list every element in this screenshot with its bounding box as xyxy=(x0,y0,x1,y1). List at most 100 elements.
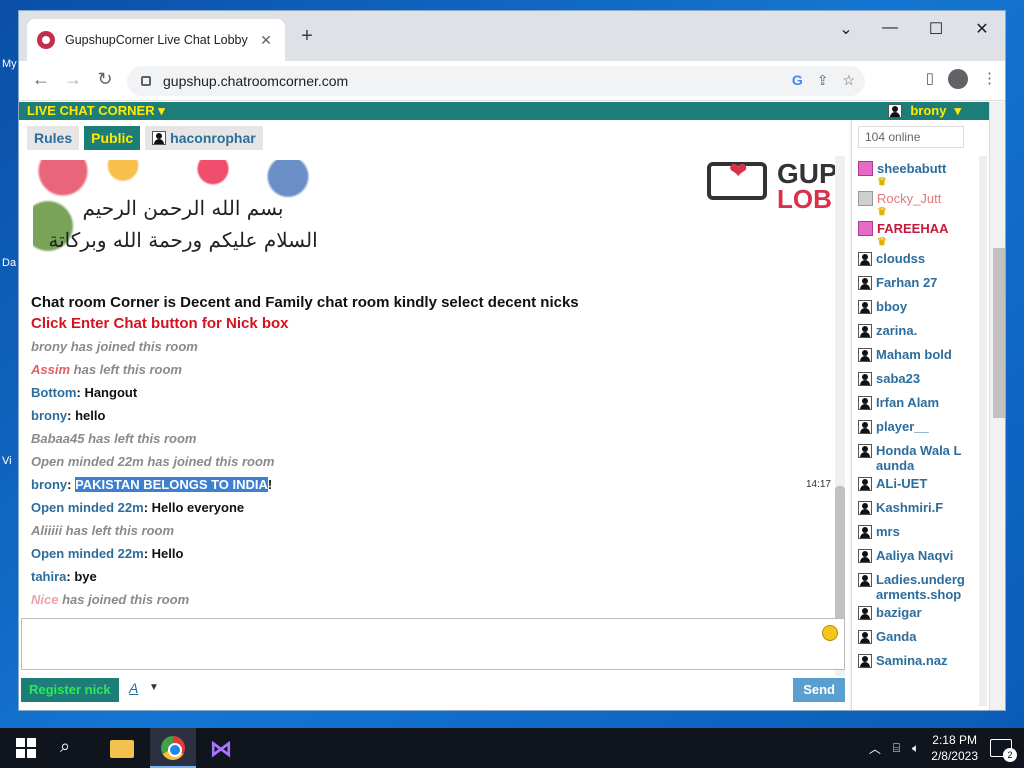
message-input[interactable] xyxy=(21,618,845,670)
user-list-item[interactable]: cloudss xyxy=(858,248,968,272)
user-name[interactable]: zarina. xyxy=(876,323,917,338)
browser-tab[interactable]: GupshupCorner Live Chat Lobby ✕ xyxy=(27,19,285,61)
tab-rules[interactable]: Rules xyxy=(27,126,80,150)
desktop-icon-label[interactable]: My xyxy=(2,58,17,70)
clock[interactable]: 2:18 PM 2/8/2023 xyxy=(931,732,978,764)
message-nick[interactable]: Assim xyxy=(31,362,70,377)
user-name[interactable]: Aaliya Naqvi xyxy=(876,548,953,563)
message-nick[interactable]: tahira xyxy=(31,569,66,584)
user-name[interactable]: FAREEHAA xyxy=(877,221,949,236)
reload-icon[interactable]: ↻ xyxy=(93,69,117,90)
user-name[interactable]: Farhan 27 xyxy=(876,275,937,290)
message-nick[interactable]: brony xyxy=(31,408,67,423)
visual-studio-icon[interactable]: ⋈ xyxy=(210,736,234,761)
user-name[interactable]: cloudss xyxy=(876,251,925,266)
register-nick-button[interactable]: Register nick xyxy=(21,678,119,702)
user-name[interactable]: mrs xyxy=(876,524,900,539)
tab-public[interactable]: Public xyxy=(84,126,141,150)
user-name[interactable]: Honda Wala Launda xyxy=(876,443,961,473)
message-nick[interactable]: Open minded 22m xyxy=(31,546,144,561)
user-list-item[interactable]: FAREEHAA ♛ xyxy=(858,218,968,248)
message-nick[interactable]: Aliiiii xyxy=(31,523,62,538)
user-name[interactable]: saba23 xyxy=(876,371,920,386)
maximize-icon[interactable]: ☐ xyxy=(913,19,959,39)
user-list-item[interactable]: bboy xyxy=(858,296,968,320)
search-icon[interactable]: ⌕ xyxy=(60,736,84,760)
user-list-scrollbar[interactable] xyxy=(979,156,987,706)
user-name[interactable]: player__ xyxy=(876,419,929,434)
user-name[interactable]: Ganda xyxy=(876,629,916,644)
message-nick[interactable]: Open minded 22m xyxy=(31,454,144,469)
message-nick[interactable]: Babaa45 xyxy=(31,431,84,446)
windows-start-icon[interactable] xyxy=(14,736,38,760)
notification-icon[interactable]: 2 xyxy=(990,739,1017,762)
user-name[interactable]: bazigar xyxy=(876,605,922,620)
chrome-icon[interactable] xyxy=(161,736,185,760)
message-nick[interactable]: Nice xyxy=(31,592,58,607)
user-list-item[interactable]: Kashmiri.F xyxy=(858,497,968,521)
omnibox[interactable]: gupshup.chatroomcorner.com G ⇪ ☆ xyxy=(127,66,865,96)
message-nick[interactable]: brony xyxy=(31,477,67,492)
share-icon[interactable]: ⇪ xyxy=(817,72,829,89)
caret-down-icon[interactable]: ▼ xyxy=(149,682,159,693)
user-list-item[interactable]: zarina. xyxy=(858,320,968,344)
new-tab-icon[interactable]: + xyxy=(295,25,319,48)
message-nick[interactable]: Bottom xyxy=(31,385,77,400)
user-list-item[interactable]: Samina.naz xyxy=(858,650,968,674)
desktop-icon-label[interactable]: Vi xyxy=(2,455,12,467)
minimize-icon[interactable]: — xyxy=(867,19,913,37)
desktop-icon-label[interactable]: Da xyxy=(2,257,16,269)
network-icon[interactable]: ⌸ xyxy=(893,741,900,756)
url-text[interactable]: gupshup.chatroomcorner.com xyxy=(163,73,348,89)
volume-icon[interactable]: 🔈︎ xyxy=(912,741,919,756)
google-icon[interactable]: G xyxy=(792,72,803,89)
sidebar-icon[interactable]: ▯ xyxy=(926,69,934,89)
user-list-item[interactable]: saba23 xyxy=(858,368,968,392)
user-list-item[interactable]: Ganda xyxy=(858,626,968,650)
profile-avatar-icon[interactable] xyxy=(948,69,968,89)
user-name[interactable]: bboy xyxy=(876,299,907,314)
message-nick[interactable]: brony xyxy=(31,339,67,354)
page-scrollbar[interactable] xyxy=(989,102,1005,710)
user-list-item[interactable]: Irfan Alam xyxy=(858,392,968,416)
back-icon[interactable]: ← xyxy=(29,69,53,90)
chevron-up-icon[interactable]: ︿ xyxy=(869,740,881,757)
user-name[interactable]: Irfan Alam xyxy=(876,395,939,410)
user-list-item[interactable]: ALi-UET xyxy=(858,473,968,497)
user-list-item[interactable]: sheebabutt ♛ xyxy=(858,158,968,188)
star-icon[interactable]: ☆ xyxy=(842,72,855,89)
close-tab-icon[interactable]: ✕ xyxy=(257,32,275,49)
brand-menu[interactable]: LIVE CHAT CORNER ▾ xyxy=(27,102,165,120)
message-nick[interactable]: Open minded 22m xyxy=(31,500,144,515)
user-list-item[interactable]: Farhan 27 xyxy=(858,272,968,296)
forward-icon[interactable]: → xyxy=(61,69,85,90)
close-window-icon[interactable]: ✕ xyxy=(959,19,1005,39)
scrollbar-thumb[interactable] xyxy=(993,248,1005,418)
user-name[interactable]: Kashmiri.F xyxy=(876,500,943,515)
user-list-item[interactable]: mrs xyxy=(858,521,968,545)
lock-icon[interactable] xyxy=(141,76,151,86)
current-user-menu[interactable]: brony ▾ xyxy=(888,102,961,120)
font-style-button[interactable]: A xyxy=(129,680,138,696)
emoji-icon[interactable] xyxy=(822,625,838,641)
chat-scrollbar[interactable] xyxy=(835,156,845,676)
user-name[interactable]: Rocky_Jutt xyxy=(877,191,941,206)
send-button[interactable]: Send xyxy=(793,678,845,702)
user-list-item[interactable]: player__ xyxy=(858,416,968,440)
menu-icon[interactable]: ⋮ xyxy=(982,69,997,89)
user-name[interactable]: Samina.naz xyxy=(876,653,948,668)
file-explorer-icon[interactable] xyxy=(110,740,134,758)
user-list-item[interactable]: bazigar xyxy=(858,602,968,626)
user-name[interactable]: Ladies.undergarments.shop xyxy=(876,572,965,602)
chevron-down-icon[interactable]: ⌄ xyxy=(823,19,869,39)
user-list-item[interactable]: Rocky_Jutt ♛ xyxy=(858,188,968,218)
user-list-item[interactable]: Honda Wala Launda xyxy=(858,440,968,473)
user-entry: Ladies.undergarments.shop xyxy=(876,572,968,602)
user-name[interactable]: ALi-UET xyxy=(876,476,927,491)
tab-private-haconrophar[interactable]: haconrophar xyxy=(145,126,263,150)
user-name[interactable]: sheebabutt xyxy=(877,161,946,176)
user-list-item[interactable]: Maham bold xyxy=(858,344,968,368)
user-name[interactable]: Maham bold xyxy=(876,347,952,362)
user-list-item[interactable]: Aaliya Naqvi xyxy=(858,545,968,569)
user-list-item[interactable]: Ladies.undergarments.shop xyxy=(858,569,968,602)
